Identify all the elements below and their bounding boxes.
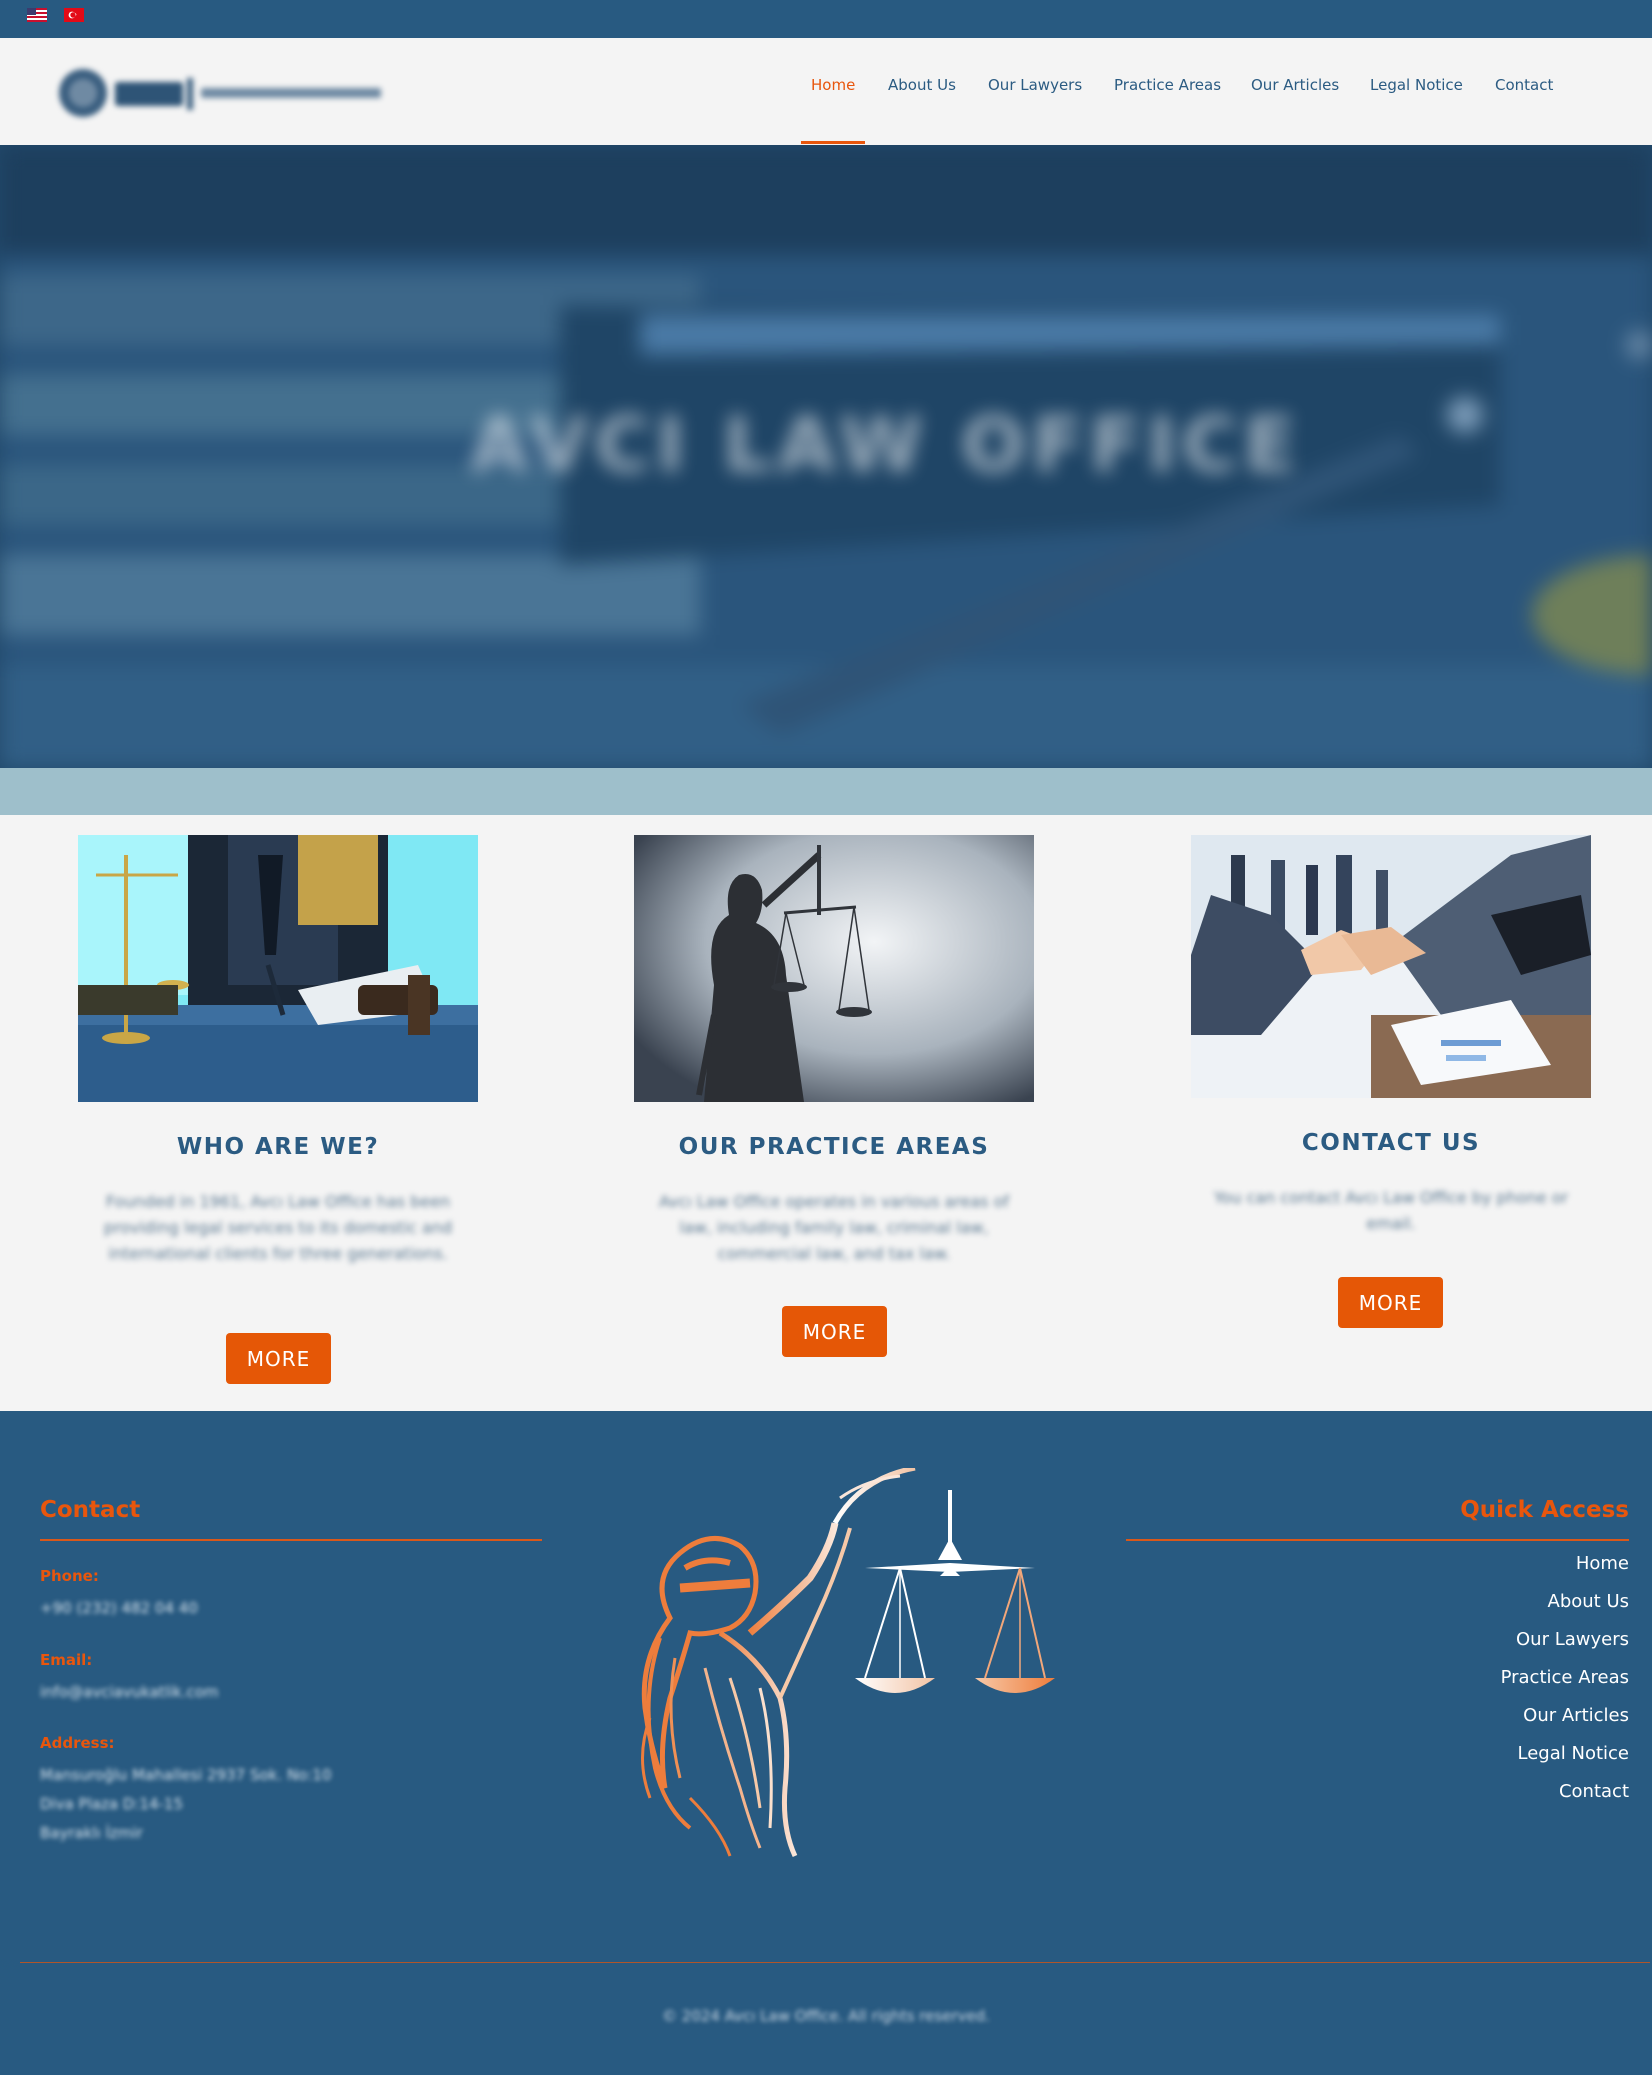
site-footer: Contact Phone: +90 (232) 482 04 40 Email… — [0, 1411, 1652, 2075]
footer-link-legal-notice[interactable]: Legal Notice — [1518, 1743, 1629, 1764]
address-line-2: Diva Plaza D:14-15 — [40, 1795, 183, 1813]
nav-our-articles[interactable]: Our Articles — [1251, 76, 1339, 94]
nav-home[interactable]: Home — [811, 76, 855, 94]
lady-justice-icon — [641, 1468, 1055, 1858]
hero-title: AVCI LAW OFFICE — [470, 400, 1302, 489]
site-logo[interactable] — [55, 58, 395, 128]
nav-our-lawyers[interactable]: Our Lawyers — [988, 76, 1082, 94]
card-text-who-are-we: Founded in 1961, Avcı Law Office has bee… — [103, 1192, 453, 1263]
phone-label: Phone: — [40, 1567, 99, 1585]
address-line-3: Bayraklı İzmir — [40, 1824, 143, 1842]
hero-banner: AVCI LAW OFFICE — [0, 145, 1652, 768]
card-title-contact-us: CONTACT US — [1301, 1130, 1481, 1156]
address-label: Address: — [40, 1734, 115, 1752]
nav-contact[interactable]: Contact — [1495, 76, 1553, 94]
card-image-contact-us — [1191, 835, 1591, 1098]
hero-divider-band — [0, 768, 1652, 815]
email-value[interactable]: info@avciavukatlik.com — [40, 1678, 219, 1707]
email-label: Email: — [40, 1651, 93, 1669]
card-title-who-are-we: WHO ARE WE? — [176, 1134, 380, 1160]
footer-divider — [20, 1962, 1650, 1963]
nav-active-indicator — [801, 141, 865, 144]
card-text-practice-areas: Avcı Law Office operates in various area… — [658, 1192, 1010, 1263]
address-line-1: Mansuroğlu Mahallesi 2937 Sok. No:10 — [40, 1766, 332, 1784]
more-button-who-are-we[interactable]: MORE — [226, 1333, 331, 1384]
us-flag-icon[interactable] — [27, 8, 47, 22]
nav-legal-notice[interactable]: Legal Notice — [1370, 76, 1463, 94]
footer-quick-access-rule — [1126, 1539, 1629, 1541]
nav-practice-areas[interactable]: Practice Areas — [1114, 76, 1221, 94]
phone-value[interactable]: +90 (232) 482 04 40 — [40, 1594, 198, 1623]
turkey-flag-icon[interactable] — [64, 8, 84, 22]
footer-contact-heading: Contact — [40, 1497, 141, 1523]
site-header: Home About Us Our Lawyers Practice Areas… — [0, 38, 1652, 145]
card-image-who-are-we — [78, 835, 478, 1102]
footer-contact-rule — [40, 1539, 542, 1541]
nav-about-us[interactable]: About Us — [888, 76, 956, 94]
footer-link-our-articles[interactable]: Our Articles — [1523, 1705, 1629, 1726]
card-text-contact-us: You can contact Avcı Law Office by phone… — [1213, 1188, 1569, 1233]
more-button-practice-areas[interactable]: MORE — [782, 1306, 887, 1357]
footer-link-contact[interactable]: Contact — [1559, 1781, 1629, 1802]
footer-link-our-lawyers[interactable]: Our Lawyers — [1516, 1629, 1629, 1650]
language-bar — [0, 0, 1652, 38]
card-image-practice-areas — [634, 835, 1034, 1102]
footer-link-home[interactable]: Home — [1576, 1553, 1629, 1574]
footer-link-about-us[interactable]: About Us — [1548, 1591, 1630, 1612]
card-title-practice-areas: OUR PRACTICE AREAS — [678, 1134, 990, 1160]
copyright-text: © 2024 Avcı Law Office. All rights reser… — [662, 2007, 990, 2025]
more-button-contact-us[interactable]: MORE — [1338, 1277, 1443, 1328]
footer-link-practice-areas[interactable]: Practice Areas — [1501, 1667, 1629, 1688]
footer-quick-access-heading: Quick Access — [1460, 1497, 1629, 1523]
